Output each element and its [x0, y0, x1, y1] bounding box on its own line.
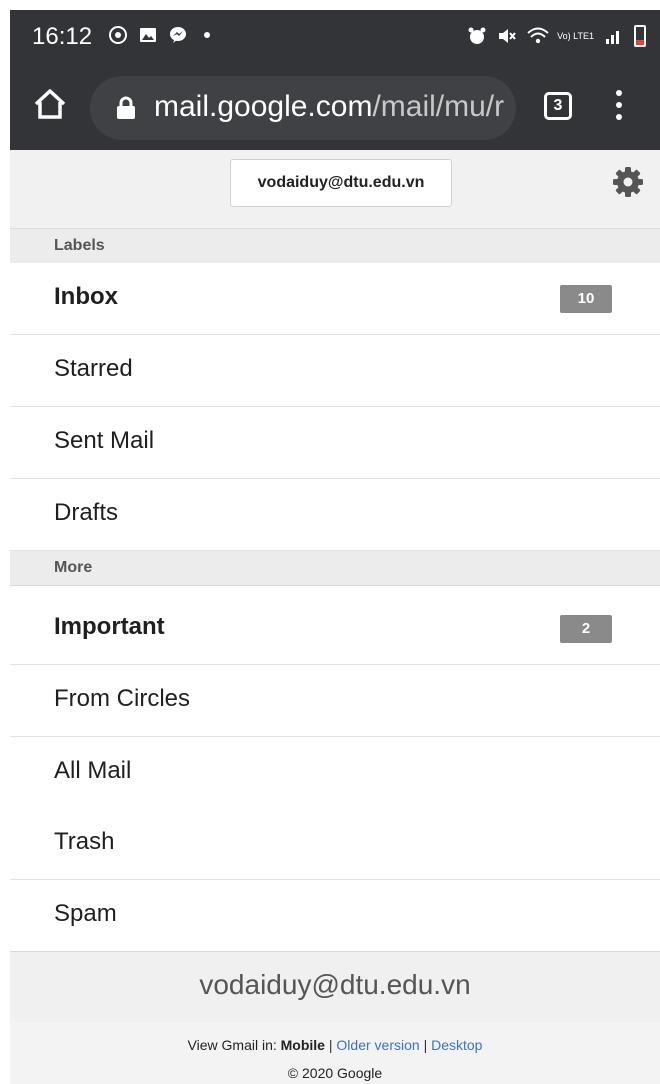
- more-notifications-dot: [204, 32, 210, 38]
- unread-count-badge: 10: [560, 285, 612, 313]
- older-version-link[interactable]: Older version: [336, 1037, 419, 1053]
- address-bar[interactable]: mail.google.com/mail/mu/r: [90, 76, 516, 140]
- unread-count-badge: 2: [560, 615, 612, 643]
- label-item-starred[interactable]: Starred: [10, 335, 660, 407]
- menu-dot-icon: [616, 114, 622, 120]
- data-saver-icon: [108, 25, 128, 45]
- account-switcher-button[interactable]: vodaiduy@dtu.edu.vn: [230, 159, 452, 207]
- desktop-link[interactable]: Desktop: [431, 1037, 482, 1053]
- label-name: From Circles: [54, 685, 190, 712]
- home-icon[interactable]: [32, 86, 68, 122]
- label-name: Drafts: [54, 499, 119, 526]
- section-header-labels: Labels: [10, 229, 660, 264]
- separator: |: [423, 1037, 428, 1053]
- lte-indicator: Vo) LTE1: [557, 31, 594, 41]
- section-title: Labels: [54, 237, 105, 254]
- label-item-trash[interactable]: Trash: [10, 808, 660, 880]
- footer-account-email: vodaiduy@dtu.edu.vn: [10, 951, 660, 1022]
- mute-icon: [497, 26, 517, 46]
- status-notification-icons: [108, 25, 210, 45]
- footer-links: View Gmail in: Mobile | Older version | …: [10, 1021, 660, 1084]
- gear-icon[interactable]: [612, 166, 644, 198]
- browser-toolbar: mail.google.com/mail/mu/r 3: [10, 66, 660, 150]
- label-name: Spam: [54, 900, 117, 927]
- view-mode-prefix: View Gmail in:: [187, 1037, 277, 1053]
- url-path: /mail/mu/r: [372, 90, 505, 123]
- label-item-important[interactable]: Important 2: [10, 593, 660, 665]
- url-host: mail.google.com: [154, 90, 373, 123]
- label-name: Trash: [54, 828, 115, 855]
- wifi-icon: [527, 26, 549, 46]
- status-system-icons: Vo) LTE1: [467, 25, 646, 47]
- label-item-sent-mail[interactable]: Sent Mail: [10, 407, 660, 479]
- status-time: 16:12: [32, 23, 93, 50]
- lock-icon: [117, 96, 135, 119]
- alarm-icon: [467, 26, 487, 46]
- signal-icon: [604, 26, 624, 46]
- separator: |: [328, 1037, 333, 1053]
- menu-dot-icon: [616, 90, 622, 96]
- view-mode-line: View Gmail in: Mobile | Older version | …: [10, 1037, 660, 1053]
- label-name: Sent Mail: [54, 427, 155, 454]
- label-name: Important: [54, 613, 165, 640]
- browser-menu-button[interactable]: [614, 90, 624, 124]
- copyright-text: © 2020 Google: [287, 1065, 383, 1081]
- view-mode-mobile-current: Mobile: [280, 1037, 325, 1053]
- menu-dot-icon: [616, 102, 622, 108]
- account-header: vodaiduy@dtu.edu.vn: [10, 150, 660, 229]
- gallery-icon: [138, 25, 158, 45]
- label-item-from-circles[interactable]: From Circles: [10, 665, 660, 737]
- section-header-more: More: [10, 551, 660, 586]
- status-bar: 16:12 Vo) LTE1: [10, 10, 660, 66]
- messenger-icon: [168, 25, 188, 45]
- label-item-drafts[interactable]: Drafts: [10, 479, 660, 551]
- label-name: All Mail: [54, 757, 132, 784]
- label-item-inbox[interactable]: Inbox 10: [10, 263, 660, 335]
- battery-icon: [634, 25, 646, 47]
- label-name: Inbox: [54, 283, 118, 310]
- label-item-spam[interactable]: Spam: [10, 880, 660, 952]
- section-title: More: [54, 559, 93, 576]
- tab-switcher-button[interactable]: 3: [544, 92, 572, 120]
- url-text[interactable]: mail.google.com/mail/mu/r: [154, 90, 504, 124]
- label-item-all-mail[interactable]: All Mail: [10, 737, 660, 809]
- label-name: Starred: [54, 355, 133, 382]
